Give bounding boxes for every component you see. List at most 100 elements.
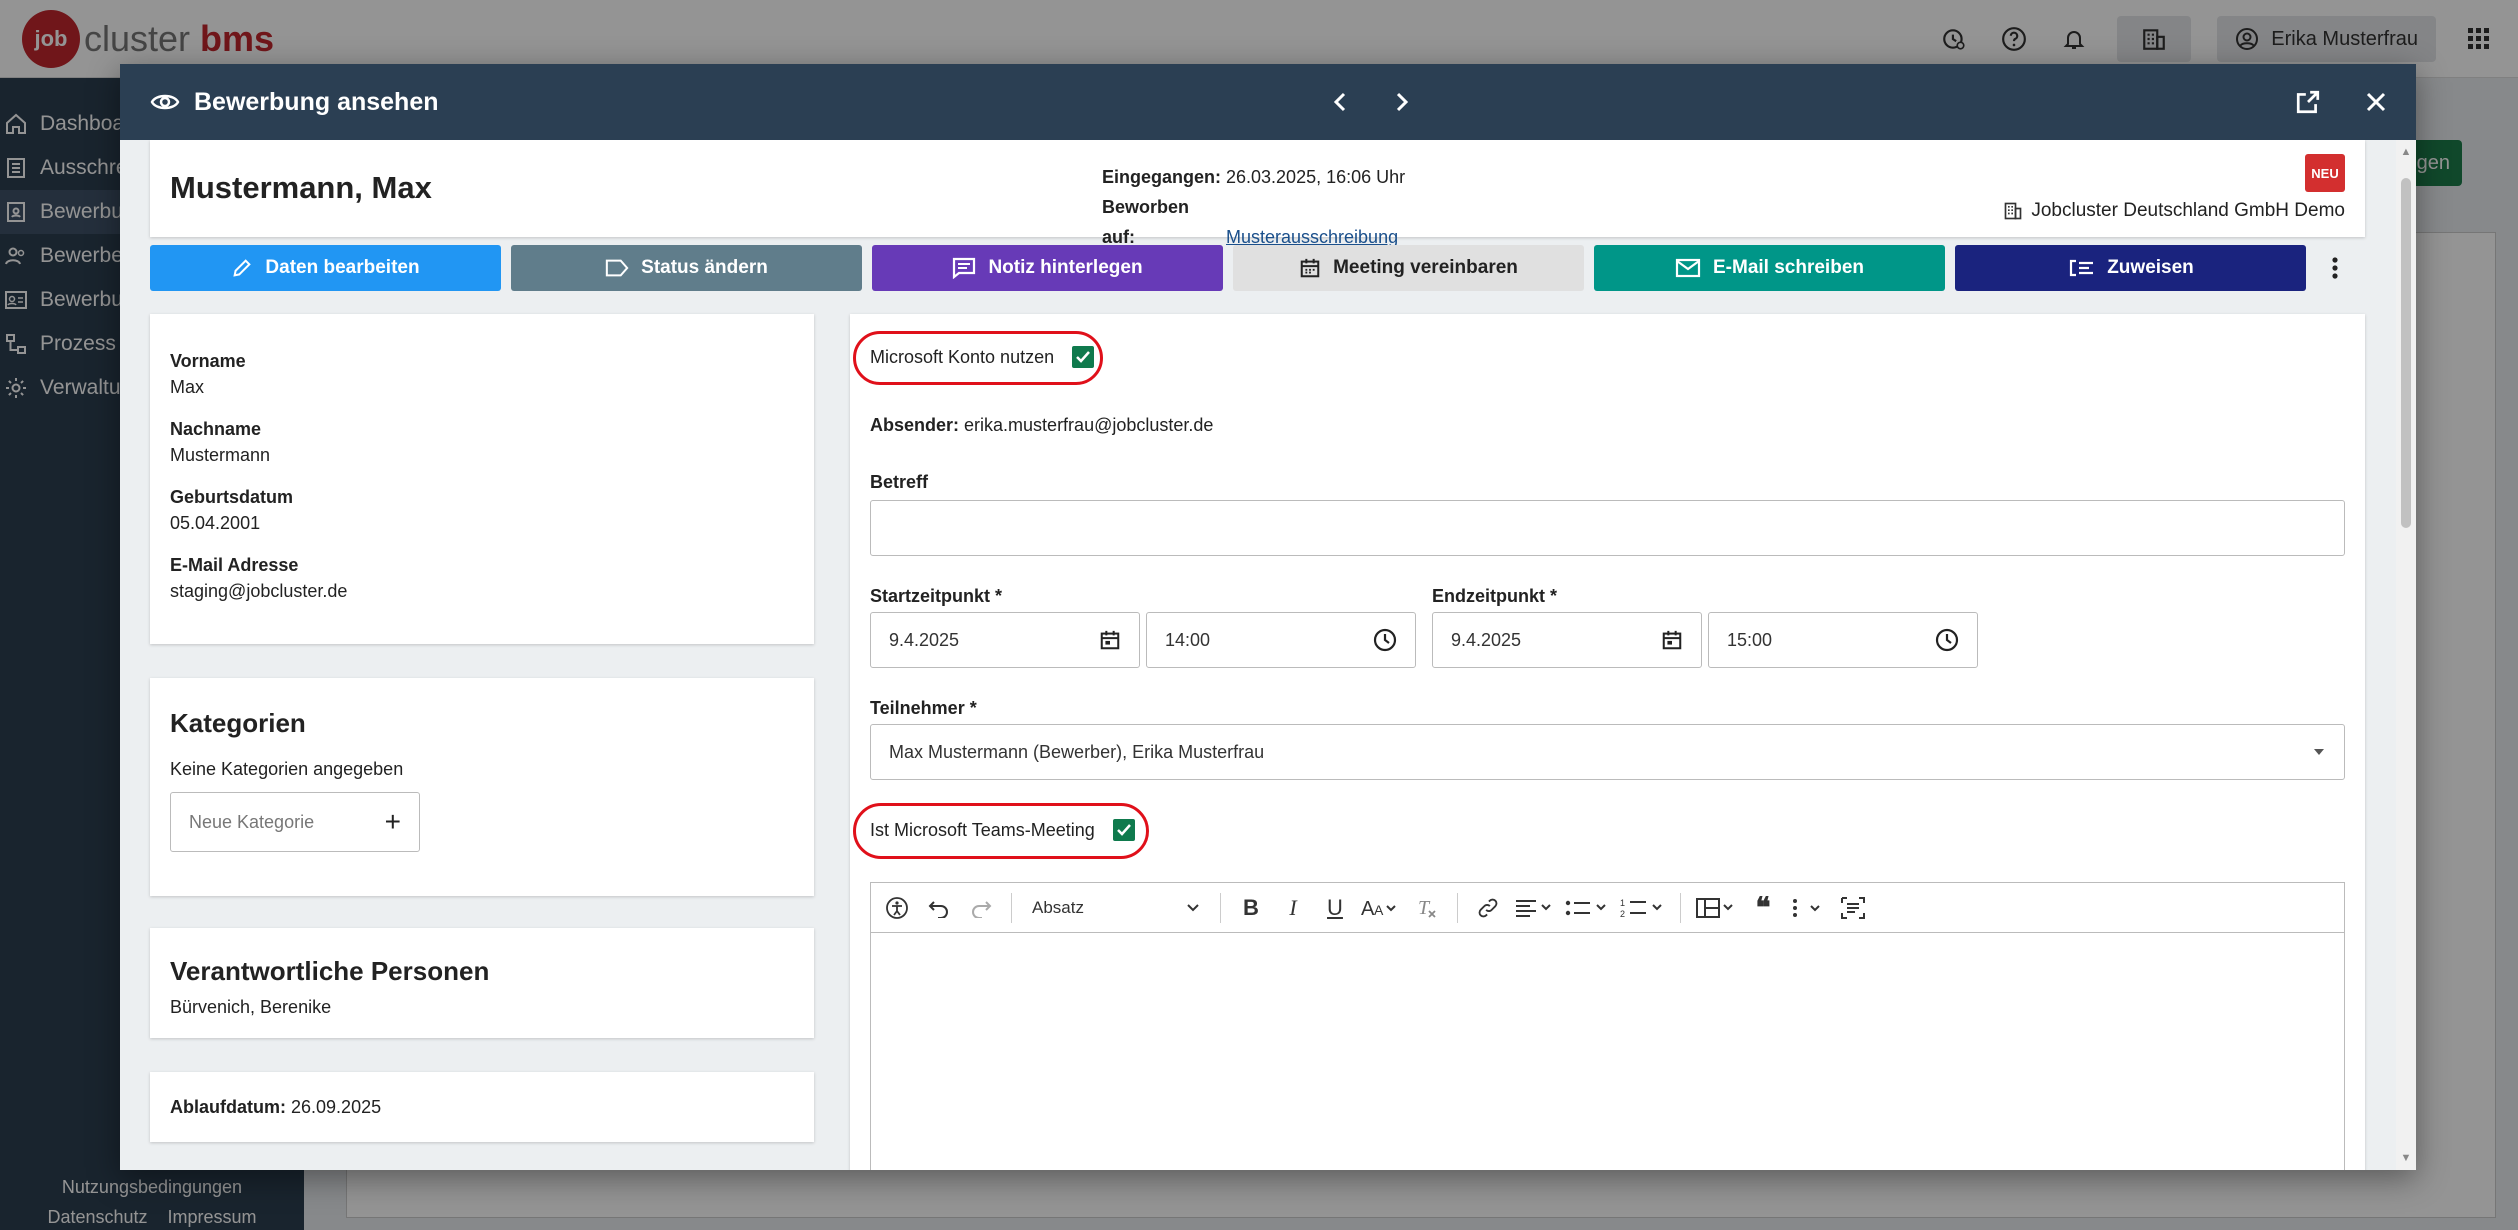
align-icon[interactable] bbox=[1514, 891, 1554, 925]
application-modal: Bewerbung ansehen Mustermann, Max Eingeg… bbox=[120, 64, 2416, 1170]
last-name-value: Mustermann bbox=[170, 445, 271, 465]
remove-format-icon[interactable]: T bbox=[1411, 891, 1443, 925]
end-date-input[interactable]: 9.4.2025 bbox=[1432, 612, 1702, 668]
ms-account-row[interactable]: Microsoft Konto nutzen bbox=[870, 346, 1095, 368]
font-size-icon[interactable]: AA bbox=[1361, 891, 1401, 925]
eye-icon bbox=[150, 94, 180, 110]
link-icon[interactable] bbox=[1472, 891, 1504, 925]
ms-account-checkbox[interactable] bbox=[1072, 346, 1095, 368]
sender-label: Absender: bbox=[870, 415, 960, 435]
calendar-icon bbox=[1300, 258, 1320, 278]
sender-value: erika.musterfrau@jobcluster.de bbox=[964, 415, 1214, 435]
participants-select[interactable]: Max Mustermann (Bewerber), Erika Musterf… bbox=[870, 724, 2345, 780]
modal-header: Bewerbung ansehen bbox=[120, 64, 2416, 140]
teams-meeting-row[interactable]: Ist Microsoft Teams-Meeting bbox=[870, 819, 1135, 841]
toolbar-separator bbox=[1011, 892, 1012, 923]
new-category-input[interactable]: Neue Kategorie + bbox=[170, 792, 420, 852]
change-status-label: Status ändern bbox=[641, 257, 768, 278]
chevron-left-icon[interactable] bbox=[1320, 82, 1360, 122]
responsible-value: Bürvenich, Berenike bbox=[170, 997, 332, 1017]
teams-meeting-checkbox[interactable] bbox=[1112, 819, 1135, 841]
paragraph-format-dropdown[interactable]: Absatz bbox=[1026, 891, 1206, 925]
applicant-header-card: Mustermann, Max Eingegangen: 26.03.2025, … bbox=[150, 140, 2365, 247]
blockquote-icon[interactable]: ❝ bbox=[1747, 891, 1779, 925]
scroll-thumb[interactable] bbox=[2401, 178, 2411, 528]
building-icon bbox=[2005, 202, 2022, 220]
underline-icon[interactable]: U bbox=[1319, 891, 1351, 925]
calendar-icon[interactable] bbox=[1099, 629, 1121, 651]
calendar-icon[interactable] bbox=[1661, 629, 1683, 651]
categories-title: Kategorien bbox=[170, 708, 306, 738]
svg-text:1: 1 bbox=[1620, 898, 1625, 908]
more-vertical-icon[interactable] bbox=[2320, 253, 2350, 283]
write-email-button[interactable]: E-Mail schreiben bbox=[1594, 245, 1945, 291]
personal-data-card: Vorname Max Nachname Mustermann Geburtsd… bbox=[150, 314, 814, 644]
scroll-down-icon[interactable]: ▼ bbox=[2400, 1152, 2412, 1164]
assign-icon bbox=[2070, 259, 2094, 277]
editor-content-area[interactable] bbox=[870, 932, 2345, 1170]
redo-icon[interactable] bbox=[965, 891, 997, 925]
scroll-up-icon[interactable]: ▲ bbox=[2400, 146, 2412, 158]
paragraph-format-value: Absatz bbox=[1032, 897, 1084, 917]
assign-button[interactable]: Zuweisen bbox=[1955, 245, 2306, 291]
clock-icon[interactable] bbox=[1373, 628, 1397, 652]
edit-data-label: Daten bearbeiten bbox=[265, 257, 420, 278]
assign-label: Zuweisen bbox=[2107, 257, 2194, 278]
layout-table-icon[interactable] bbox=[1695, 891, 1737, 925]
end-time-input[interactable]: 15:00 bbox=[1708, 612, 1978, 668]
numbered-list-icon[interactable]: 12 bbox=[1620, 891, 1666, 925]
close-icon[interactable] bbox=[2356, 82, 2396, 122]
italic-icon[interactable]: I bbox=[1277, 891, 1309, 925]
email-label: E-Mail Adresse bbox=[170, 555, 299, 575]
applied-label: Beworben auf: bbox=[1102, 197, 1190, 247]
expiry-label: Ablaufdatum: bbox=[170, 1096, 286, 1117]
schedule-meeting-label: Meeting vereinbaren bbox=[1333, 257, 1518, 278]
edit-data-button[interactable]: Daten bearbeiten bbox=[150, 245, 501, 291]
bold-icon[interactable]: B bbox=[1235, 891, 1267, 925]
company-name: Jobcluster Deutschland GmbH Demo bbox=[2031, 200, 2345, 221]
first-name-value: Max bbox=[170, 377, 205, 397]
plus-icon[interactable]: + bbox=[385, 806, 401, 838]
modal-scrollbar[interactable]: ▲ ▼ bbox=[2396, 140, 2416, 1170]
birthdate-value: 05.04.2001 bbox=[170, 513, 261, 533]
categories-card: Kategorien Keine Kategorien angegeben Ne… bbox=[150, 678, 814, 896]
categories-empty-text: Keine Kategorien angegeben bbox=[170, 759, 404, 779]
editor-toolbar: Absatz B I U AA T 1 2 ❝ bbox=[870, 882, 2345, 932]
subject-input[interactable] bbox=[870, 500, 2345, 556]
start-time-value: 14:00 bbox=[1165, 629, 1211, 650]
source-editing-icon[interactable] bbox=[1837, 891, 1869, 925]
open-external-icon[interactable] bbox=[2288, 82, 2328, 122]
note-icon bbox=[953, 257, 976, 279]
modal-title: Bewerbung ansehen bbox=[150, 64, 439, 140]
participants-value: Max Mustermann (Bewerber), Erika Musterf… bbox=[889, 741, 1265, 762]
new-category-placeholder: Neue Kategorie bbox=[189, 811, 315, 832]
check-icon bbox=[1116, 824, 1131, 836]
more-options-icon[interactable] bbox=[1789, 891, 1827, 925]
dropdown-arrow-icon bbox=[2314, 749, 2324, 755]
responsible-persons-card: Verantwortliche Personen Bürvenich, Bere… bbox=[150, 928, 814, 1038]
teams-meeting-label: Ist Microsoft Teams-Meeting bbox=[870, 819, 1095, 840]
ms-account-label: Microsoft Konto nutzen bbox=[870, 346, 1055, 367]
accessibility-icon[interactable] bbox=[881, 891, 913, 925]
sender-row: Absender: erika.musterfrau@jobcluster.de bbox=[870, 415, 1213, 436]
application-meta: Eingegangen: 26.03.2025, 16:06 Uhr Beworb… bbox=[1102, 162, 1405, 252]
applicant-name: Mustermann, Max bbox=[170, 170, 432, 205]
bulleted-list-icon[interactable] bbox=[1564, 891, 1610, 925]
write-email-label: E-Mail schreiben bbox=[1713, 257, 1864, 278]
chevron-right-icon[interactable] bbox=[1382, 82, 1422, 122]
svg-text:A: A bbox=[1361, 898, 1375, 919]
add-note-label: Notiz hinterlegen bbox=[988, 257, 1143, 278]
check-icon bbox=[1076, 351, 1091, 363]
clock-icon[interactable] bbox=[1935, 628, 1959, 652]
change-status-button[interactable]: Status ändern bbox=[511, 245, 862, 291]
add-note-button[interactable]: Notiz hinterlegen bbox=[872, 245, 1223, 291]
expiry-card: Ablaufdatum: 26.09.2025 bbox=[150, 1072, 814, 1142]
start-label: Startzeitpunkt * bbox=[870, 586, 1003, 606]
undo-icon[interactable] bbox=[923, 891, 955, 925]
schedule-meeting-button[interactable]: Meeting vereinbaren bbox=[1233, 245, 1584, 291]
start-time-input[interactable]: 14:00 bbox=[1146, 612, 1416, 668]
birthdate-label: Geburtsdatum bbox=[170, 487, 294, 507]
start-date-input[interactable]: 9.4.2025 bbox=[870, 612, 1140, 668]
job-posting-link[interactable]: Musterausschreibung bbox=[1226, 227, 1398, 247]
company: Jobcluster Deutschland GmbH Demo bbox=[2003, 200, 2345, 222]
